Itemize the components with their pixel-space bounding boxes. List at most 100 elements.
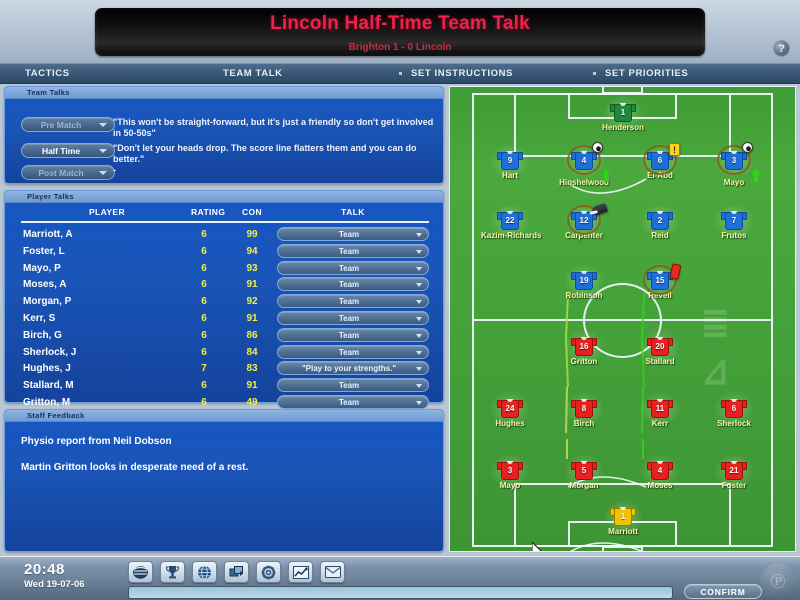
player-name: Mayo, P [23, 262, 61, 274]
player-talk-dropdown[interactable]: Team [277, 243, 429, 258]
pitch-player[interactable]: 19Robinson [555, 264, 613, 300]
staff-feedback-text: Martin Gritton looks in desperate need o… [21, 462, 249, 473]
pitch-player[interactable]: 15Revell [631, 263, 689, 300]
table-row[interactable]: Stallard, M 6 91 Team [5, 378, 443, 395]
team-talk-stage-post-match[interactable]: Post Match [21, 165, 115, 180]
pitch-player[interactable]: 12Carpenter [555, 202, 613, 240]
pitch-player[interactable]: 4Moses [631, 454, 689, 490]
pitch-player[interactable]: 9Hart [481, 144, 539, 180]
table-row[interactable]: Marriott, A 6 99 Team [5, 227, 443, 244]
player-talk-value: Team [338, 280, 360, 290]
nav-tab-set-instructions[interactable]: SET INSTRUCTIONS [399, 64, 513, 84]
table-row[interactable]: Foster, L 6 94 Team [5, 243, 443, 261]
player-talk-value: Team [338, 314, 360, 323]
player-name: Hughes, J [23, 363, 71, 375]
table-row[interactable]: Birch, G 6 86 Team [5, 327, 443, 345]
player-rating: 6 [201, 313, 207, 324]
player-shirt-number: 2 [657, 216, 663, 225]
player-talk-dropdown[interactable]: Team [277, 327, 429, 342]
pitch-player[interactable]: 16Gritton [555, 330, 613, 366]
team-talk-stage-half-time[interactable]: Half Time [21, 143, 115, 158]
table-row[interactable]: Kerr, S 6 91 Team [5, 311, 443, 328]
toolbar-mail-icon[interactable] [320, 561, 345, 583]
page-title: Lincoln Half-Time Team Talk [270, 13, 530, 34]
player-condition: 99 [246, 229, 258, 240]
pitch-view[interactable]: 1Henderson 9Hart 4Hinshelwood 6!El-Abd 3Mayo… [449, 86, 796, 552]
toolbar-stadium-icon[interactable] [128, 561, 153, 583]
player-talk-value: Team [338, 297, 360, 307]
pitch-player[interactable]: 1Henderson [594, 96, 652, 132]
left-column: Team Talks Pre Match "This won't be strai… [4, 86, 444, 552]
player-talk-dropdown[interactable]: "Play to your strengths." [277, 361, 429, 376]
toolbar-transfer-icon[interactable] [224, 561, 249, 583]
title-bar: Lincoln Half-Time Team Talk Brighton 1 -… [0, 0, 800, 64]
pitch-player[interactable]: 6!El-Abd [631, 143, 689, 180]
nav-tab-team-talk[interactable]: TEAM TALK [216, 64, 283, 84]
toolbar-chart-icon[interactable] [288, 561, 313, 583]
player-talk-dropdown[interactable]: Team [277, 260, 429, 275]
chevron-down-icon [99, 149, 107, 153]
kit-shirt-icon: 7 [721, 209, 747, 230]
table-row[interactable]: Sherlock, J 6 84 Team [5, 344, 443, 362]
player-rating: 7 [201, 363, 207, 375]
game-clock-time: 20:48 [24, 561, 65, 578]
pitch-player[interactable]: 8Birch [555, 392, 613, 428]
table-row[interactable]: Morgan, P 6 92 Team [5, 294, 443, 311]
stage-label: Post Match [38, 168, 84, 178]
command-input[interactable] [128, 586, 673, 599]
player-talk-dropdown[interactable]: Team [277, 277, 429, 292]
kit-shirt-icon: 22 [497, 209, 523, 230]
nav-tab-label: TEAM TALK [223, 68, 283, 79]
table-row[interactable]: Moses, A 6 91 Team [5, 277, 443, 294]
player-talk-dropdown[interactable]: Team [277, 227, 429, 241]
player-rating: 6 [201, 262, 207, 274]
team-talk-stage-pre-match[interactable]: Pre Match [21, 117, 115, 132]
player-talk-dropdown[interactable]: Team [277, 294, 429, 309]
player-shirt-number: 3 [507, 466, 513, 475]
table-row[interactable]: Hughes, J 7 83 "Play to your strengths." [5, 361, 443, 378]
pitch-player[interactable]: 3Mayo [481, 454, 539, 490]
rating-up-arrow-icon [602, 168, 610, 182]
player-talk-value: "Play to your strengths." [301, 364, 397, 374]
kit-shirt-icon: 1 [610, 505, 636, 526]
pitch-player[interactable]: 2Reid [631, 204, 689, 240]
pitch-player[interactable]: 24Hughes [481, 392, 539, 428]
chevron-down-icon [416, 233, 422, 237]
chevron-down-icon [416, 317, 422, 321]
player-table-header: PLAYER RATING CON TALK [5, 207, 443, 221]
team-talk-text: - [113, 165, 116, 175]
pitch-player[interactable]: 3Mayo [705, 142, 763, 187]
pitch-player[interactable]: 11Kerr [631, 392, 689, 428]
player-name: Birch, G [23, 329, 62, 341]
pitch-player[interactable]: 4 Hinshelwood [555, 142, 613, 187]
player-talk-dropdown[interactable]: Team [277, 395, 429, 409]
table-row[interactable]: Mayo, P 6 93 Team [5, 260, 443, 278]
player-talk-dropdown[interactable]: Team [277, 344, 429, 359]
chevron-down-icon [416, 401, 422, 405]
toolbar-settings-icon[interactable] [256, 561, 281, 583]
player-shirt-number: 5 [581, 466, 587, 475]
nav-tab-set-priorities[interactable]: SET PRIORITIES [593, 64, 688, 84]
pitch-player[interactable]: 20Stallard [631, 330, 689, 366]
player-talk-dropdown[interactable]: Team [277, 311, 429, 325]
rating-up-arrow-icon [752, 168, 760, 182]
kit-shirt-icon: 20 [647, 335, 673, 356]
pitch-player[interactable]: 7Frutos [705, 204, 763, 240]
player-talk-value: Team [338, 381, 360, 391]
tab-separator-dot [593, 72, 596, 75]
pitch-player[interactable]: 5Morgan [555, 454, 613, 490]
pitch-player[interactable]: 22Kazim-Richards [481, 204, 541, 240]
help-icon[interactable]: ? [773, 40, 790, 57]
player-shirt-number: 1 [620, 108, 626, 117]
pitch-player[interactable]: 21Foster [705, 454, 763, 490]
toolbar-globe-icon[interactable] [192, 561, 217, 583]
nav-tab-tactics[interactable]: TACTICS [18, 64, 70, 84]
player-talk-dropdown[interactable]: Team [277, 378, 429, 393]
toolbar-trophy-icon[interactable] [160, 561, 185, 583]
goal-top [602, 87, 643, 94]
pitch-player[interactable]: 1Marriott [594, 500, 652, 536]
confirm-button[interactable]: CONFIRM [684, 584, 762, 599]
player-shirt-number: 4 [657, 466, 663, 475]
column-header-rating: RATING [191, 207, 226, 217]
pitch-player[interactable]: 6Sherlock [705, 392, 763, 428]
